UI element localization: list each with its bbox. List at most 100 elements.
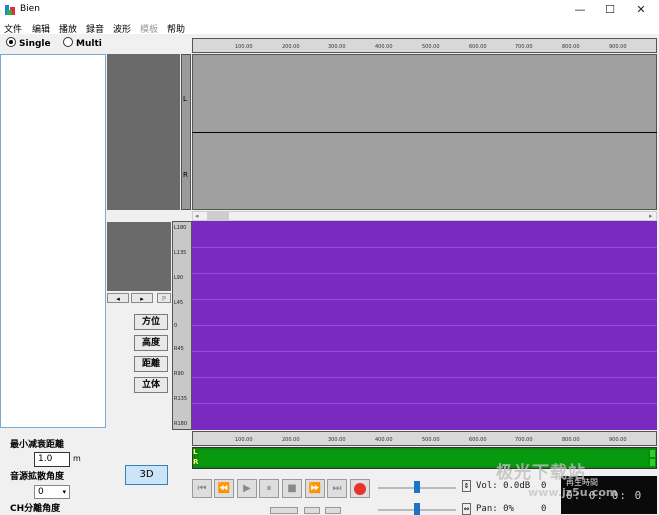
mini-scroll-left-button[interactable]: ◂: [107, 293, 129, 303]
window-title: Bien: [20, 4, 40, 14]
direction-button[interactable]: 方位: [134, 314, 168, 330]
ruler-label: 400.00: [375, 44, 393, 50]
bottom-ruler: 100.00 200.00 300.00 400.00 500.00 600.0…: [192, 431, 657, 446]
meter-left-label: L: [193, 448, 198, 456]
volume-spinner[interactable]: ⇕: [462, 480, 471, 492]
ruler-label: 700.00: [515, 437, 533, 443]
menu-play[interactable]: 播放: [59, 22, 77, 35]
grid-line: [192, 299, 657, 300]
extra-button[interactable]: [304, 507, 320, 514]
radio-dot-icon: [63, 37, 73, 47]
scale-label: R135: [174, 396, 188, 402]
first-button[interactable]: ⏮: [192, 479, 212, 498]
grid-line: [192, 403, 657, 404]
horizontal-scrollbar[interactable]: [192, 211, 657, 221]
distance-unit: m: [73, 454, 81, 463]
pan-readout: Pan: 0%: [476, 504, 514, 514]
min-distance-input[interactable]: 1.0: [34, 452, 70, 467]
pause-button[interactable]: ⏸: [259, 479, 279, 498]
minimize-button[interactable]: —: [565, 0, 595, 20]
menu-template[interactable]: 模板: [140, 22, 158, 35]
meter-peak-right: [650, 459, 655, 466]
radio-dot-icon: [6, 37, 16, 47]
menu-bar: 文件 编辑 播放 録音 波形 模板 帮助: [0, 20, 659, 35]
spread-angle-label: 音源拡散角度: [10, 472, 65, 482]
stereo-button[interactable]: 立体: [134, 377, 168, 393]
scale-label: R45: [174, 346, 184, 352]
waveform-center-line: [192, 132, 657, 133]
track-header-panel: [107, 54, 180, 210]
scale-label: R90: [174, 371, 184, 377]
ruler-label: 900.00: [609, 437, 627, 443]
scroll-left-icon[interactable]: ◂: [195, 212, 199, 220]
menu-help[interactable]: 帮助: [167, 22, 185, 35]
mini-scroll-right-button[interactable]: ▸: [131, 293, 153, 303]
ruler-label: 100.00: [235, 44, 253, 50]
menu-edit[interactable]: 编辑: [32, 22, 50, 35]
menu-record[interactable]: 録音: [86, 22, 104, 35]
record-icon: [354, 483, 366, 495]
3d-button[interactable]: 3D: [125, 465, 168, 485]
channel-left-label: L: [183, 95, 187, 103]
grid-line: [192, 351, 657, 352]
watermark-url: www.jz5u.com: [528, 486, 618, 499]
ruler-label: 800.00: [562, 437, 580, 443]
extra-button[interactable]: [270, 507, 298, 514]
spread-angle-value: 0: [38, 487, 44, 497]
title-bar: [0, 0, 659, 20]
watermark-logo: 极光下载站: [496, 463, 586, 483]
ruler-label: 400.00: [375, 437, 393, 443]
ruler-label: 300.00: [328, 44, 346, 50]
track-list[interactable]: [0, 54, 106, 428]
ruler-label: 600.00: [469, 437, 487, 443]
scale-label: L45: [174, 300, 184, 306]
distance-button[interactable]: 距離: [134, 356, 168, 372]
forward-button[interactable]: ⏩: [305, 479, 325, 498]
scale-label: R180: [174, 421, 188, 427]
ruler-label: 800.00: [562, 44, 580, 50]
channel-strip: L R: [181, 54, 191, 210]
grid-line: [192, 325, 657, 326]
menu-wave[interactable]: 波形: [113, 22, 131, 35]
min-distance-label: 最小减衰距離: [10, 440, 65, 450]
scroll-right-icon[interactable]: ▸: [649, 212, 653, 220]
ruler-label: 600.00: [469, 44, 487, 50]
maximize-button[interactable]: ☐: [595, 0, 625, 20]
radio-single[interactable]: Single: [6, 37, 51, 49]
channel-right-label: R: [183, 171, 188, 179]
height-button[interactable]: 高度: [134, 335, 168, 351]
scale-label: L90: [174, 275, 184, 281]
ruler-label: 100.00: [235, 437, 253, 443]
ruler-label: 900.00: [609, 44, 627, 50]
pan-preview-panel: [107, 222, 171, 291]
ruler-label: 200.00: [282, 437, 300, 443]
pan-value: 0: [541, 504, 547, 514]
pan-scale: L180 L135 L90 L45 0 R45 R90 R135 R180: [172, 221, 192, 430]
stop-button[interactable]: ■: [282, 479, 302, 498]
chevron-down-icon: ▾: [62, 488, 66, 496]
ch-separation-label: CH分離角度: [10, 504, 61, 514]
spread-angle-select[interactable]: 0 ▾: [34, 485, 70, 499]
scale-label: L180: [174, 225, 187, 231]
rewind-button[interactable]: ⏪: [214, 479, 234, 498]
ruler-label: 300.00: [328, 437, 346, 443]
radio-multi[interactable]: Multi: [63, 37, 102, 49]
extra-button[interactable]: [325, 507, 341, 514]
grid-line: [192, 377, 657, 378]
volume-slider[interactable]: [414, 481, 420, 493]
scale-label: 0: [174, 323, 178, 329]
ruler-label: 500.00: [422, 44, 440, 50]
ruler-label: 200.00: [282, 44, 300, 50]
play-button[interactable]: ▶: [237, 479, 257, 498]
pan-slider[interactable]: [414, 503, 420, 515]
mini-p-button[interactable]: P: [157, 293, 171, 303]
radio-single-label: Single: [19, 39, 51, 49]
last-button[interactable]: ⏭: [327, 479, 347, 498]
menu-file[interactable]: 文件: [4, 22, 22, 35]
close-button[interactable]: ✕: [626, 0, 656, 20]
pan-spinner[interactable]: ⇔: [462, 503, 471, 515]
scroll-thumb[interactable]: [207, 212, 229, 220]
ruler-label: 500.00: [422, 437, 440, 443]
ruler-label: 700.00: [515, 44, 533, 50]
pan-position-area[interactable]: [192, 221, 657, 430]
